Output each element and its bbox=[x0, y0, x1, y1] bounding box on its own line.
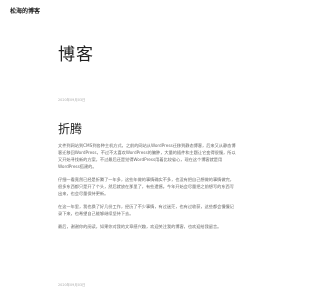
post-date: 2020年09月03日 bbox=[58, 283, 86, 287]
page-date: 2020年09月03日 bbox=[58, 98, 86, 102]
post-title-link[interactable]: 折腾 bbox=[58, 120, 82, 137]
post-paragraph: 在这一年里，我也换了好几份工作，经历了不少事情，有过迷茫，也有过收获，这些都会慢… bbox=[58, 204, 234, 216]
site-title-link[interactable]: 松海的博客 bbox=[10, 6, 40, 15]
post-paragraph: 最后，谢谢你的阅读，如果你对我的文章感兴趣，欢迎关注我的博客，也欢迎给我留言。 bbox=[58, 224, 222, 229]
page-title: 博客 bbox=[58, 45, 94, 65]
post-paragraph: 仔细一看竟然已经是折腾了一年多，这些年做的事情确实不多，也没有把自己想做的事情做… bbox=[58, 177, 234, 196]
post-paragraph: 文件到网站到CMS到各种主机方式，之前的网站从WordPress迁移到静态博客，… bbox=[58, 143, 236, 169]
post-body: 文件到网站到CMS到各种主机方式，之前的网站从WordPress迁移到静态博客，… bbox=[58, 142, 238, 236]
